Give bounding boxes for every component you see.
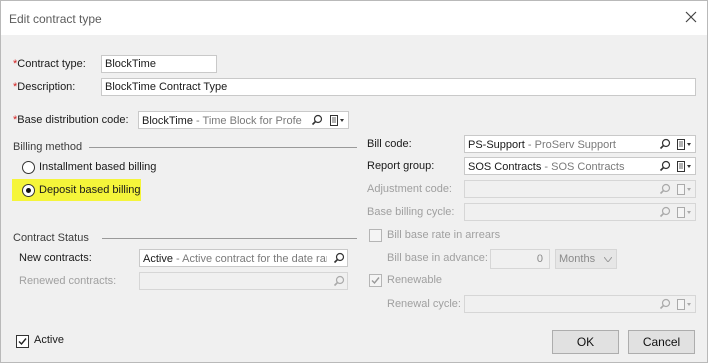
magnifier-icon (659, 206, 671, 218)
base-billing-cycle-label: Base billing cycle: (367, 206, 455, 218)
ok-button[interactable]: OK (552, 330, 619, 354)
magnifier-icon (659, 183, 671, 195)
bill-base-unit-value: Months (559, 253, 596, 265)
close-icon[interactable] (683, 9, 699, 25)
base-billing-cycle-lookup (464, 203, 696, 221)
dialog-title: Edit contract type (9, 12, 102, 26)
new-contracts-desc: - Active contract for the date ran (172, 253, 327, 265)
document-dropdown-icon (677, 207, 691, 218)
bill-base-rate-arrears-label: Bill base rate in arrears (387, 229, 501, 241)
bill-base-rate-arrears-checkbox (369, 229, 382, 242)
check-icon (371, 277, 380, 285)
chevron-down-icon (604, 257, 612, 262)
magnifier-icon[interactable] (659, 160, 671, 172)
new-contracts-label: New contracts: (19, 252, 92, 264)
renewed-contracts-label: Renewed contracts: (19, 275, 117, 287)
document-dropdown-icon (677, 299, 691, 310)
report-group-label: Report group: (367, 160, 435, 172)
contract-status-title: Contract Status (13, 232, 89, 244)
report-group-desc: - SOS Contracts (541, 161, 625, 173)
base-distribution-code-label: *Base distribution code: (13, 114, 129, 126)
base-distribution-code-value: BlockTime (142, 115, 193, 127)
bill-code-label: Bill code: (367, 138, 412, 150)
active-checkbox[interactable] (16, 335, 29, 348)
contract-type-input[interactable]: BlockTime (101, 55, 217, 73)
magnifier-icon[interactable] (659, 138, 671, 150)
renewable-checkbox (369, 274, 382, 287)
new-contracts-lookup[interactable]: Active - Active contract for the date ra… (139, 249, 348, 267)
new-contracts-value: Active (143, 253, 173, 265)
document-dropdown-icon[interactable] (676, 160, 694, 173)
renewable-label: Renewable (387, 274, 443, 286)
magnifier-icon (333, 275, 345, 287)
description-label: *Description: (13, 81, 76, 93)
bill-code-lookup[interactable]: PS-Support - ProServ Support (464, 135, 696, 153)
renewal-cycle-label: Renewal cycle: (387, 298, 461, 310)
contract-status-separator (102, 238, 357, 239)
check-icon (18, 338, 27, 346)
contract-type-label: *Contract type: (13, 58, 86, 70)
report-group-value: SOS Contracts (468, 161, 542, 173)
description-input[interactable]: BlockTime Contract Type (101, 78, 696, 96)
renewed-contracts-lookup (139, 272, 348, 290)
document-dropdown-icon[interactable] (329, 114, 347, 127)
bill-code-desc: - ProServ Support (524, 139, 616, 151)
billing-method-title: Billing method (13, 141, 83, 153)
document-dropdown-icon[interactable] (676, 138, 694, 151)
bill-base-in-advance-input: 0 (490, 249, 550, 269)
installment-billing-label: Installment based billing (39, 161, 157, 173)
installment-billing-radio[interactable] (22, 161, 35, 174)
adjustment-code-lookup (464, 180, 696, 198)
base-distribution-code-desc: - Time Block for Professic (195, 115, 302, 127)
deposit-billing-label: Deposit based billing (39, 184, 141, 196)
magnifier-icon (659, 298, 671, 310)
edit-contract-type-dialog: Edit contract type *Contract type: Block… (0, 0, 708, 363)
active-label: Active (34, 334, 64, 346)
magnifier-icon[interactable] (311, 114, 323, 126)
document-dropdown-icon (677, 184, 691, 195)
bill-base-in-advance-unit-select: Months (555, 249, 617, 269)
base-distribution-code-lookup[interactable]: BlockTime - Time Block for Professic (138, 111, 349, 129)
bill-base-in-advance-label: Bill base in advance: (387, 252, 488, 264)
deposit-billing-radio[interactable] (22, 184, 35, 197)
renewal-cycle-lookup (464, 295, 696, 313)
cancel-button[interactable]: Cancel (628, 330, 695, 354)
title-bar: Edit contract type (1, 1, 707, 35)
billing-method-separator (89, 147, 357, 148)
report-group-lookup[interactable]: SOS Contracts - SOS Contracts (464, 157, 696, 175)
adjustment-code-label: Adjustment code: (367, 183, 452, 195)
bill-code-value: PS-Support (468, 139, 525, 151)
magnifier-icon[interactable] (333, 252, 345, 264)
